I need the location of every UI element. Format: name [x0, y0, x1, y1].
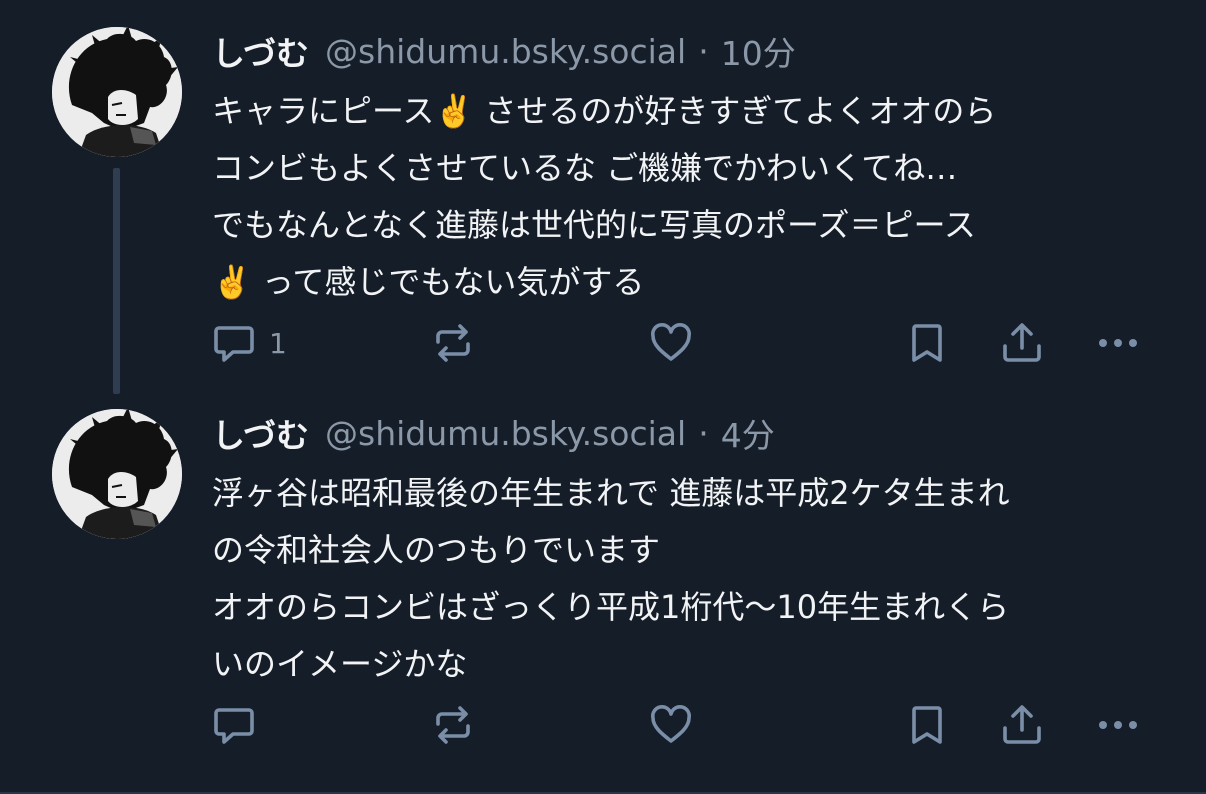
- avatar-image: [52, 27, 182, 157]
- post-actions: 1: [0, 318, 1206, 368]
- bookmark-button[interactable]: [904, 700, 950, 750]
- speech-bubble-icon: [214, 326, 254, 362]
- post-actions: [0, 700, 1206, 750]
- post-text-line: ✌️ って感じでもない気がする: [212, 263, 645, 301]
- avatar[interactable]: [52, 409, 182, 539]
- avatar[interactable]: [52, 27, 182, 157]
- post-header: しづむ @shidumu.bsky.social · 10分: [212, 27, 796, 75]
- repost-button[interactable]: [430, 700, 476, 750]
- reply-button[interactable]: [211, 700, 269, 750]
- share-button[interactable]: [999, 318, 1045, 368]
- bookmark-icon: [912, 706, 942, 744]
- post-header: しづむ @shidumu.bsky.social · 4分: [212, 409, 775, 457]
- post[interactable]: しづむ @shidumu.bsky.social · 4分 浮ヶ谷は昭和最後の年…: [0, 390, 1206, 794]
- handle[interactable]: @shidumu.bsky.social: [325, 32, 686, 71]
- more-options-button[interactable]: [1095, 700, 1141, 750]
- reply-button[interactable]: 1: [211, 318, 287, 368]
- post-text-line: の令和社会人のつもりでいます: [212, 531, 661, 569]
- repost-arrows-icon: [436, 706, 470, 744]
- repost-arrows-icon: [436, 324, 470, 362]
- post-text-line: でもなんとなく進藤は世代的に写真のポーズ＝ピース: [212, 206, 976, 244]
- reply-count: 1: [269, 326, 287, 360]
- share-upload-icon: [1003, 705, 1041, 744]
- post[interactable]: しづむ @shidumu.bsky.social · 10分 キャラにピース✌️…: [0, 0, 1206, 394]
- share-button[interactable]: [999, 700, 1045, 750]
- repost-button[interactable]: [430, 318, 476, 368]
- avatar-image: [52, 409, 182, 539]
- post-text-line: いのイメージかな: [212, 645, 468, 683]
- separator-dot: ·: [698, 31, 709, 71]
- like-button[interactable]: [648, 318, 694, 368]
- timestamp[interactable]: 10分: [721, 27, 796, 75]
- heart-icon: [650, 322, 692, 361]
- timestamp[interactable]: 4分: [721, 409, 775, 457]
- display-name[interactable]: しづむ: [212, 27, 309, 75]
- heart-icon: [650, 704, 692, 743]
- ellipsis-icon: [1099, 721, 1137, 729]
- ellipsis-icon: [1099, 339, 1137, 347]
- speech-bubble-icon: [214, 708, 254, 744]
- bookmark-icon: [912, 324, 942, 362]
- like-button[interactable]: [648, 700, 694, 750]
- post-text-line: 浮ヶ谷は昭和最後の年生まれで 進藤は平成2ケタ生まれ: [212, 474, 1010, 512]
- separator-dot: ·: [698, 413, 709, 453]
- handle[interactable]: @shidumu.bsky.social: [325, 414, 686, 453]
- post-text-line: オオのらコンビはざっくり平成1桁代〜10年生まれくら: [212, 588, 1010, 626]
- display-name[interactable]: しづむ: [212, 409, 309, 457]
- post-text: キャラにピース✌️ させるのが好きすぎてよくオオのら コンビもよくさせているな …: [212, 83, 1172, 311]
- post-text-line: コンビもよくさせているな ご機嫌でかわいくてね…: [212, 149, 958, 187]
- bookmark-button[interactable]: [904, 318, 950, 368]
- post-text-line: キャラにピース✌️ させるのが好きすぎてよくオオのら: [212, 92, 997, 130]
- more-options-button[interactable]: [1095, 318, 1141, 368]
- share-upload-icon: [1003, 323, 1041, 362]
- post-text: 浮ヶ谷は昭和最後の年生まれで 進藤は平成2ケタ生まれ の令和社会人のつもりでいま…: [212, 465, 1172, 693]
